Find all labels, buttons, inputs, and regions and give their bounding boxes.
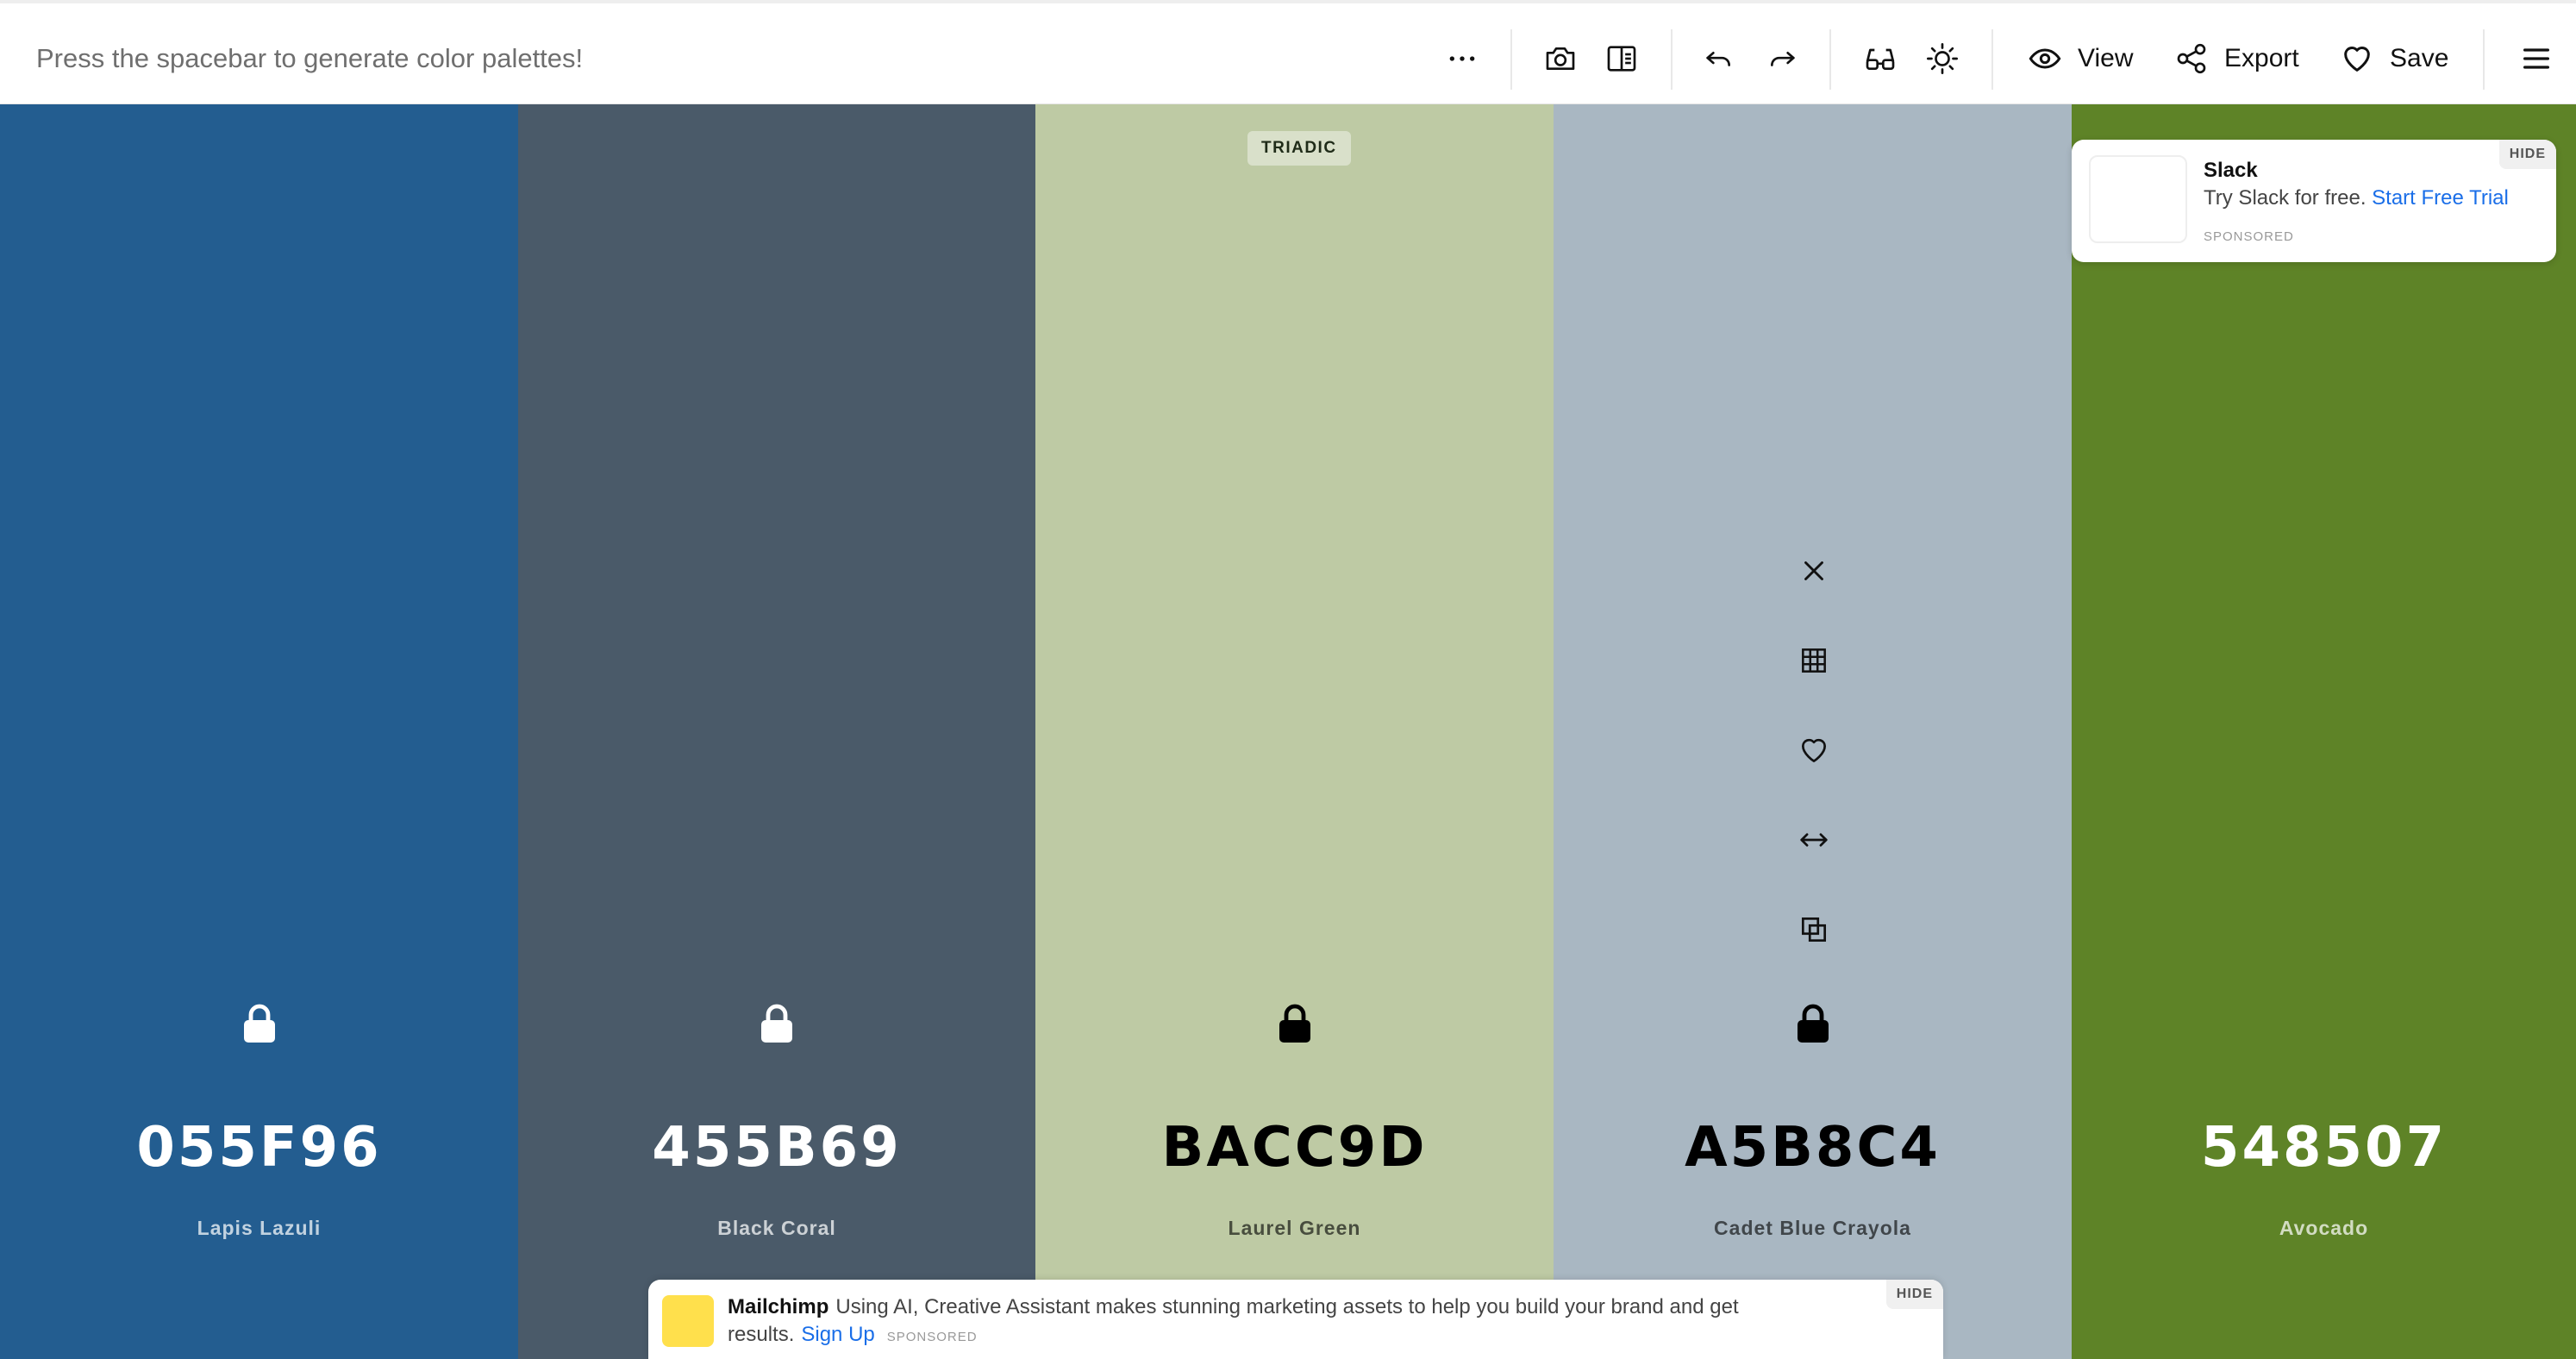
save-button[interactable]: Save (2340, 36, 2448, 81)
top-toolbar: Press the spacebar to generate color pal… (0, 0, 2576, 104)
color-swatch[interactable]: 055F96 Lapis Lazuli (0, 104, 518, 1359)
color-name: Lapis Lazuli (197, 1217, 322, 1239)
ad-text: Try Slack for free. Start Free Trial (2204, 186, 2509, 210)
grid-icon[interactable] (1791, 638, 1836, 683)
lock-icon[interactable] (1794, 1003, 1832, 1044)
ad-message: Try Slack for free. (2204, 186, 2367, 210)
close-icon[interactable] (1791, 548, 1836, 593)
hide-ad-button[interactable]: HIDE (2498, 140, 2556, 169)
sponsored-ad-mailchimp[interactable]: Mailchimp Using AI, Creative Assistant ma… (648, 1280, 1943, 1359)
redo-icon[interactable] (1761, 38, 1803, 79)
lock-icon[interactable] (241, 1003, 278, 1044)
undo-icon[interactable] (1698, 38, 1740, 79)
export-button[interactable]: Export (2174, 36, 2299, 81)
color-name: Avocado (2279, 1217, 2369, 1239)
mailchimp-logo (662, 1295, 714, 1347)
camera-icon[interactable] (1540, 38, 1581, 79)
lock-icon[interactable] (1276, 1003, 1314, 1044)
lock-icon[interactable] (758, 1003, 796, 1044)
color-swatch[interactable]: 548507 Avocado (2072, 104, 2576, 1359)
sun-icon[interactable] (1922, 38, 1963, 79)
panel-icon[interactable] (1601, 38, 1642, 79)
sponsored-label: SPONSORED (2204, 229, 2294, 244)
start-free-trial-link[interactable]: Start Free Trial (2372, 186, 2509, 210)
spacebar-hint: Press the spacebar to generate color pal… (36, 43, 584, 73)
color-hex[interactable]: 055F96 (0, 1116, 518, 1180)
save-label: Save (2390, 44, 2449, 72)
color-hex[interactable]: 455B69 (518, 1116, 1035, 1180)
sign-up-link[interactable]: Sign Up (801, 1323, 874, 1346)
copy-icon[interactable] (1791, 907, 1836, 952)
view-button[interactable]: View (2028, 36, 2133, 81)
harmony-badge[interactable]: TRIADIC (1247, 131, 1351, 166)
color-name: Cadet Blue Crayola (1714, 1217, 1911, 1239)
view-label: View (2078, 44, 2134, 72)
more-icon[interactable] (1441, 38, 1483, 79)
export-label: Export (2224, 44, 2299, 72)
color-swatch[interactable]: BACC9D Laurel Green (1035, 104, 1554, 1359)
sponsored-ad-slack[interactable]: Slack Try Slack for free. Start Free Tri… (2072, 140, 2556, 262)
toolbar-divider (1671, 29, 1673, 90)
sponsored-label: SPONSORED (886, 1330, 978, 1344)
slack-logo (2089, 155, 2187, 243)
color-swatch[interactable]: 455B69 Black Coral (518, 104, 1035, 1359)
toolbar-divider (1510, 29, 1512, 90)
ad-message: Using AI, Creative Assistant makes stunn… (728, 1295, 1739, 1346)
ad-title: Mailchimp (728, 1295, 829, 1318)
ad-text: Mailchimp Using AI, Creative Assistant ma… (728, 1293, 1831, 1351)
heart-icon[interactable] (1791, 728, 1836, 773)
hamburger-menu-icon[interactable] (2516, 38, 2557, 79)
color-name: Laurel Green (1228, 1217, 1361, 1239)
toolbar-divider (1991, 29, 1993, 90)
hide-ad-button[interactable]: HIDE (1885, 1280, 1943, 1309)
color-hex[interactable]: BACC9D (1035, 1116, 1554, 1180)
color-hex[interactable]: 548507 (2072, 1116, 2576, 1180)
color-name: Black Coral (717, 1217, 836, 1239)
color-hex[interactable]: A5B8C4 (1554, 1116, 2072, 1180)
drag-arrows-icon[interactable] (1791, 817, 1836, 862)
glasses-icon[interactable] (1860, 38, 1901, 79)
toolbar-divider (1829, 29, 1831, 90)
toolbar-divider (2483, 29, 2485, 90)
ad-title: Slack (2204, 159, 2258, 182)
